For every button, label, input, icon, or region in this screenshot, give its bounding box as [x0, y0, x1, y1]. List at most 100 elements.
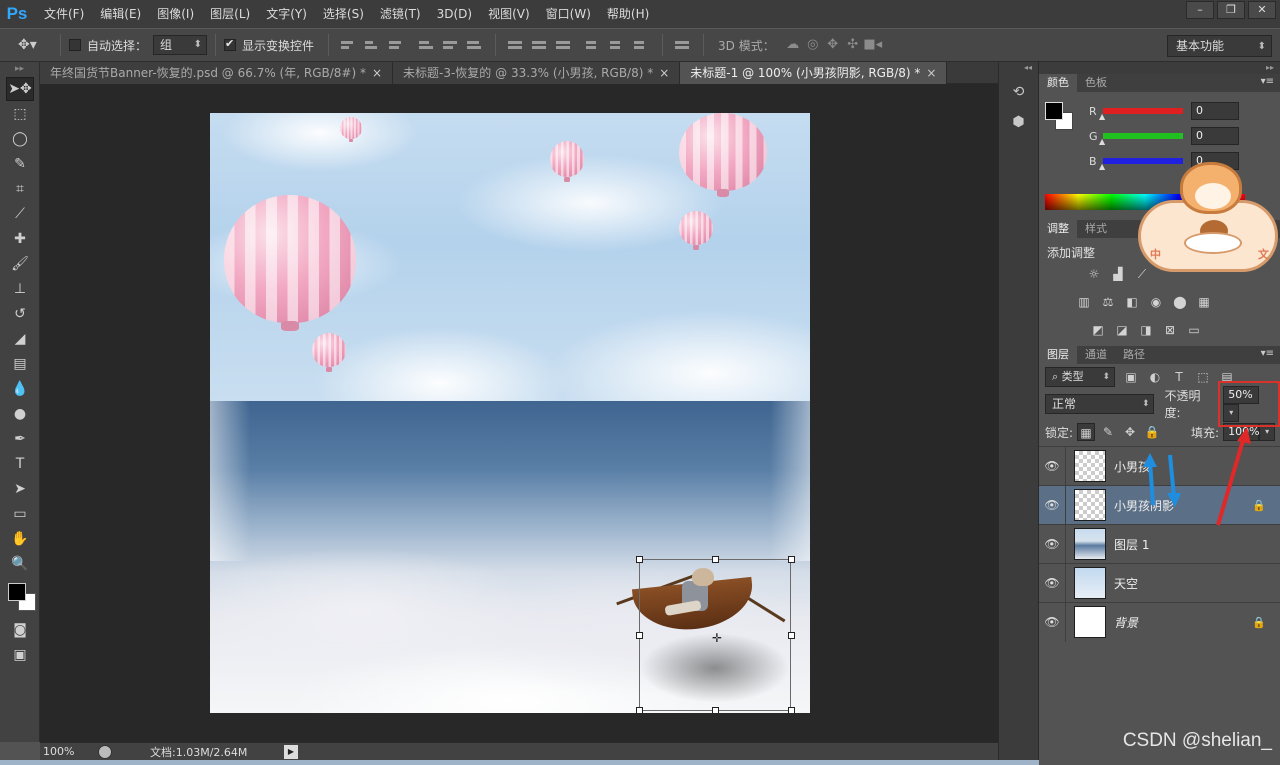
eraser-tool-icon[interactable]: ◢ [6, 327, 34, 351]
align-left-icon[interactable] [419, 37, 435, 53]
opacity-input[interactable]: 50% [1223, 386, 1260, 404]
brush-tool-icon[interactable]: 🖌 [6, 252, 34, 276]
gradient-tool-icon[interactable]: ▤ [6, 352, 34, 376]
lock-transparency-icon[interactable]: ▦ [1077, 423, 1096, 441]
menu-type[interactable]: 文字(Y) [260, 0, 313, 28]
healing-brush-tool-icon[interactable]: ✚ [6, 227, 34, 251]
layer-row[interactable]: 👁 天空 [1039, 563, 1280, 603]
screen-mode-icon[interactable]: ▣ [6, 643, 34, 667]
panel-menu-icon[interactable]: ▾≡ [1261, 76, 1274, 87]
path-select-tool-icon[interactable]: ➤ [6, 477, 34, 501]
distribute-top-icon[interactable] [508, 37, 524, 53]
layer-name[interactable]: 天空 [1114, 575, 1138, 592]
menu-filter[interactable]: 滤镜(T) [374, 0, 427, 28]
auto-select-checkbox[interactable] [69, 39, 81, 51]
visibility-eye-icon[interactable]: 👁 [1039, 615, 1065, 629]
eyedropper-tool-icon[interactable]: ⟋ [6, 202, 34, 226]
distribute-vcenter-icon[interactable] [532, 37, 548, 53]
layer-row[interactable]: 👁 背景 🔒 [1039, 602, 1280, 642]
3d-drag-icon[interactable]: ✥ [823, 36, 843, 54]
canvas-area[interactable]: ✛ [40, 84, 998, 742]
move-tool-icon[interactable]: ➤✥ [6, 77, 34, 101]
channel-mixer-icon[interactable]: ⬤ [1171, 294, 1189, 310]
tab-paths[interactable]: 路径 [1115, 346, 1153, 364]
align-vcenter-icon[interactable] [365, 37, 381, 53]
align-hcenter-icon[interactable] [443, 37, 459, 53]
invert-icon[interactable]: ◩ [1089, 322, 1107, 338]
transform-handle[interactable] [636, 556, 643, 563]
crop-tool-icon[interactable]: ⌗ [6, 177, 34, 201]
align-right-icon[interactable] [467, 37, 483, 53]
red-value-input[interactable]: 0 [1191, 102, 1239, 120]
3d-rotate-icon[interactable]: ☁ [783, 36, 803, 54]
menu-file[interactable]: 文件(F) [38, 0, 90, 28]
menu-select[interactable]: 选择(S) [317, 0, 370, 28]
lasso-tool-icon[interactable]: ◯ [6, 127, 34, 151]
tab-channels[interactable]: 通道 [1077, 346, 1115, 364]
status-menu-arrow-icon[interactable]: ▶ [284, 744, 298, 759]
zoom-tool-icon[interactable]: 🔍 [6, 552, 34, 576]
visibility-eye-icon[interactable]: 👁 [1039, 576, 1065, 590]
quick-mask-icon[interactable]: ◙ [6, 618, 34, 642]
transform-handle[interactable] [636, 632, 643, 639]
menu-layer[interactable]: 图层(L) [204, 0, 256, 28]
tab-color[interactable]: 颜色 [1039, 74, 1077, 92]
menu-3d[interactable]: 3D(D) [431, 0, 478, 28]
menu-window[interactable]: 窗口(W) [540, 0, 597, 28]
tab-layers[interactable]: 图层 [1039, 346, 1077, 364]
foreground-color-swatch[interactable] [1045, 102, 1063, 120]
color-swatches[interactable] [4, 577, 40, 617]
distribute-hcenter-icon[interactable] [610, 37, 626, 53]
collapse-arrows-icon[interactable]: ▸▸ [1039, 62, 1280, 74]
tab-close-icon[interactable]: × [372, 66, 382, 80]
panel-menu-icon[interactable]: ▾≡ [1261, 348, 1274, 359]
filter-shape-icon[interactable]: ⬚ [1195, 369, 1211, 385]
history-panel-icon[interactable]: ⟲ [1006, 80, 1032, 104]
transform-handle[interactable] [788, 556, 795, 563]
visibility-eye-icon[interactable]: 👁 [1039, 459, 1065, 473]
type-tool-icon[interactable]: T [6, 452, 34, 476]
toolbar-grip[interactable]: ▸▸ [0, 62, 39, 76]
zoom-level[interactable]: 100% [40, 745, 90, 758]
foreground-color-swatch[interactable] [8, 583, 26, 601]
posterize-icon[interactable]: ◪ [1113, 322, 1131, 338]
tab-styles[interactable]: 样式 [1077, 220, 1115, 238]
transform-handle[interactable] [788, 632, 795, 639]
color-lookup-icon[interactable]: ▦ [1195, 294, 1213, 310]
align-top-icon[interactable] [341, 37, 357, 53]
visibility-eye-icon[interactable]: 👁 [1039, 498, 1065, 512]
tab-close-icon[interactable]: × [659, 66, 669, 80]
selective-color-icon[interactable]: ⊠ [1161, 322, 1179, 338]
red-slider[interactable] [1099, 108, 1183, 121]
threshold-icon[interactable]: ◨ [1137, 322, 1155, 338]
layer-name[interactable]: 背景 [1114, 614, 1138, 631]
filter-pixel-icon[interactable]: ▣ [1123, 369, 1139, 385]
distribute-right-icon[interactable] [634, 37, 650, 53]
status-info-icon[interactable] [98, 744, 112, 759]
restore-button[interactable]: ❐ [1217, 1, 1245, 19]
transform-handle[interactable] [788, 707, 795, 713]
tab-swatches[interactable]: 色板 [1077, 74, 1115, 92]
menu-edit[interactable]: 编辑(E) [94, 0, 147, 28]
close-button[interactable]: ✕ [1248, 1, 1276, 19]
menu-image[interactable]: 图像(I) [151, 0, 200, 28]
filter-type-icon[interactable]: T [1171, 369, 1187, 385]
distribute-left-icon[interactable] [586, 37, 602, 53]
transform-handle[interactable] [636, 707, 643, 713]
transform-handle[interactable] [712, 707, 719, 713]
lock-pixels-icon[interactable]: ✎ [1099, 423, 1117, 441]
clone-stamp-tool-icon[interactable]: ⊥ [6, 277, 34, 301]
align-bottom-icon[interactable] [389, 37, 405, 53]
menu-help[interactable]: 帮助(H) [601, 0, 655, 28]
history-brush-tool-icon[interactable]: ↺ [6, 302, 34, 326]
auto-align-icon[interactable] [675, 37, 691, 53]
green-slider[interactable] [1099, 133, 1183, 146]
show-transform-checkbox[interactable] [224, 37, 237, 51]
brightness-icon[interactable]: ☼ [1085, 266, 1103, 282]
vibrance-icon[interactable]: ▥ [1075, 294, 1093, 310]
minimize-button[interactable]: – [1186, 1, 1214, 19]
menu-view[interactable]: 视图(V) [482, 0, 536, 28]
black-white-icon[interactable]: ◧ [1123, 294, 1141, 310]
blend-mode-dropdown[interactable]: 正常 [1045, 394, 1155, 414]
auto-select-dropdown[interactable]: 组 [153, 35, 208, 55]
